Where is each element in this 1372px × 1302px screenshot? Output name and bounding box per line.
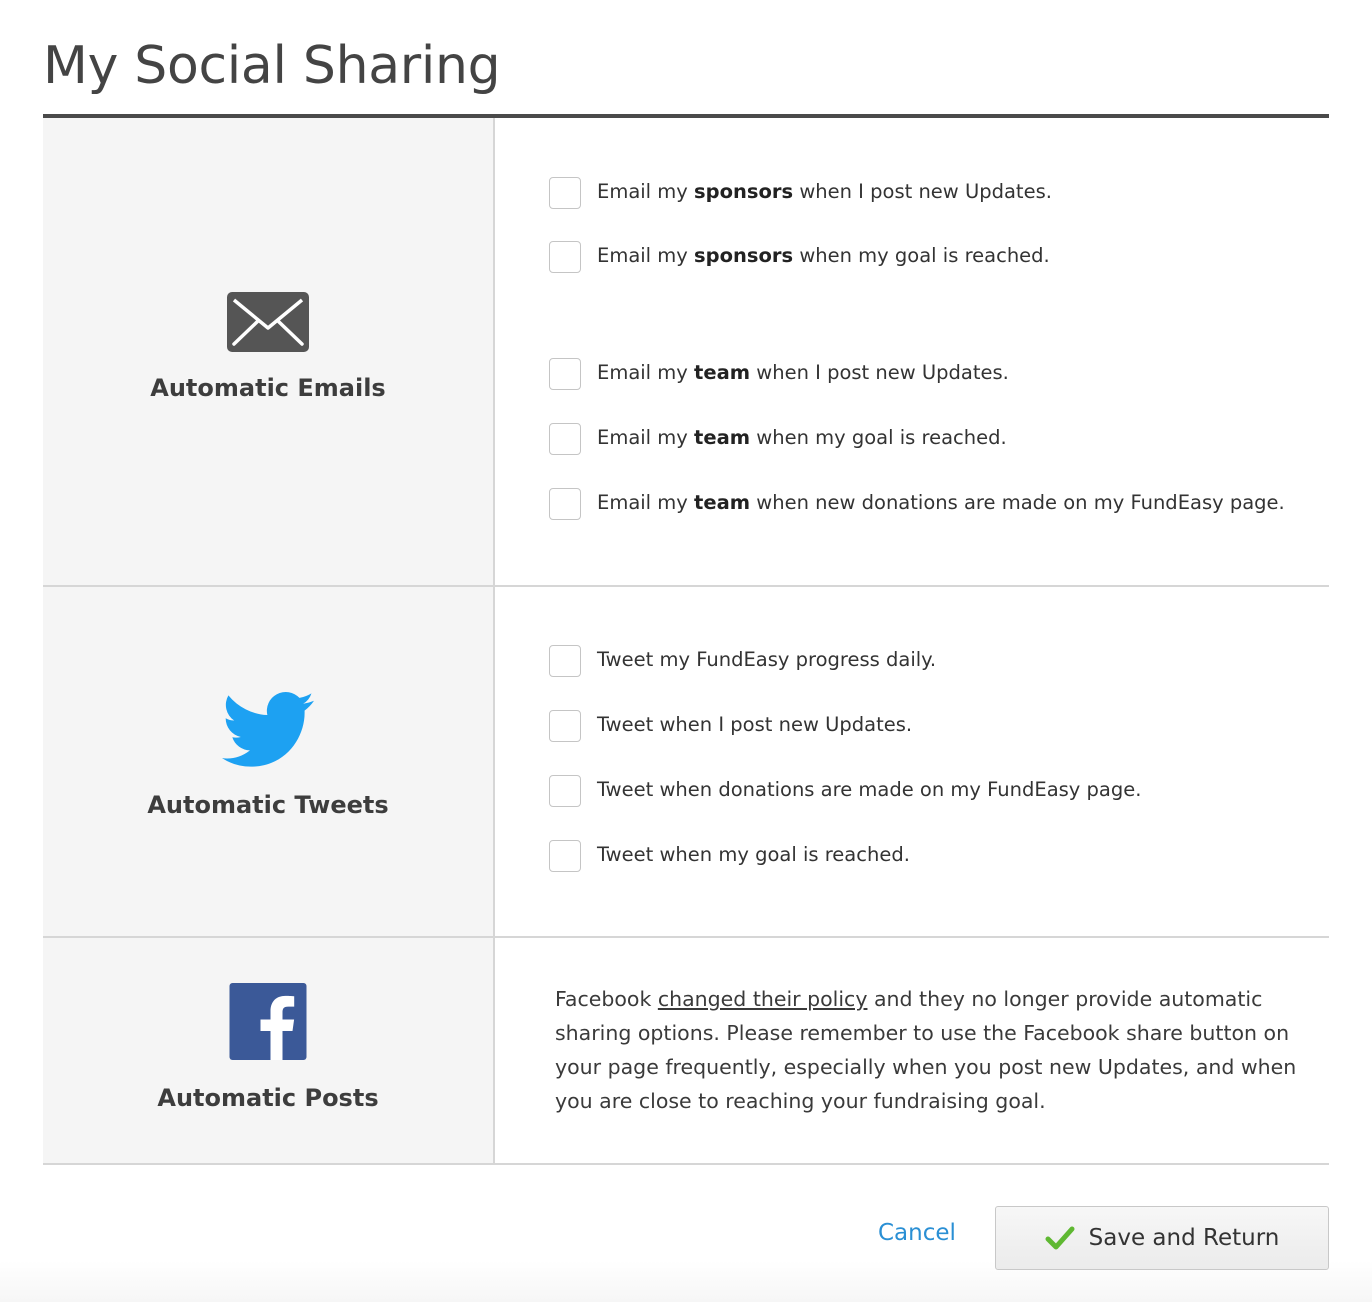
- automatic-posts-header: Automatic Posts: [43, 938, 495, 1163]
- option-label: Email my team when new donations are mad…: [597, 490, 1285, 514]
- automatic-emails-label: Automatic Emails: [150, 374, 386, 402]
- option-label: Email my sponsors when my goal is reache…: [597, 243, 1050, 267]
- email-team-updates-checkbox[interactable]: [549, 358, 581, 390]
- tweet-progress-daily-option[interactable]: Tweet my FundEasy progress daily.: [549, 645, 936, 677]
- automatic-tweets-header: Automatic Tweets: [43, 587, 495, 936]
- email-team-donations-checkbox[interactable]: [549, 488, 581, 520]
- option-label: Tweet when donations are made on my Fund…: [597, 777, 1142, 801]
- envelope-icon: [227, 292, 309, 357]
- automatic-posts-content: Facebook changed their policy and they n…: [495, 938, 1329, 1163]
- option-label: Tweet when I post new Updates.: [597, 712, 913, 736]
- tweet-progress-daily-checkbox[interactable]: [549, 645, 581, 677]
- twitter-bird-icon: [222, 691, 314, 774]
- automatic-tweets-options: Tweet my FundEasy progress daily. Tweet …: [495, 587, 1329, 936]
- tweet-donations-checkbox[interactable]: [549, 775, 581, 807]
- email-team-goal-checkbox[interactable]: [549, 423, 581, 455]
- save-and-return-label: Save and Return: [1088, 1225, 1280, 1251]
- option-label: Email my team when I post new Updates.: [597, 360, 1009, 384]
- option-label: Tweet when my goal is reached.: [597, 842, 910, 866]
- tweet-goal-option[interactable]: Tweet when my goal is reached.: [549, 840, 910, 872]
- save-and-return-button[interactable]: Save and Return: [995, 1206, 1329, 1270]
- changed-their-policy-link[interactable]: changed their policy: [658, 987, 868, 1011]
- email-team-donations-option[interactable]: Email my team when new donations are mad…: [549, 488, 1285, 520]
- option-label: Email my team when my goal is reached.: [597, 425, 1007, 449]
- automatic-emails-section: Automatic Emails Email my sponsors when …: [43, 118, 1329, 587]
- option-label: Tweet my FundEasy progress daily.: [597, 647, 937, 671]
- email-sponsors-updates-checkbox[interactable]: [549, 177, 581, 209]
- checkmark-icon: [1045, 1225, 1075, 1251]
- email-team-goal-option[interactable]: Email my team when my goal is reached.: [549, 423, 1007, 455]
- tweet-updates-option[interactable]: Tweet when I post new Updates.: [549, 710, 912, 742]
- tweet-updates-checkbox[interactable]: [549, 710, 581, 742]
- automatic-emails-header: Automatic Emails: [43, 118, 495, 585]
- email-team-updates-option[interactable]: Email my team when I post new Updates.: [549, 358, 1009, 390]
- automatic-tweets-section: Automatic Tweets Tweet my FundEasy progr…: [43, 587, 1329, 938]
- email-sponsors-goal-option[interactable]: Email my sponsors when my goal is reache…: [549, 241, 1050, 273]
- tweet-donations-option[interactable]: Tweet when donations are made on my Fund…: [549, 775, 1141, 807]
- automatic-posts-section: Automatic Posts Facebook changed their p…: [43, 938, 1329, 1165]
- page-title: My Social Sharing: [43, 36, 501, 96]
- email-sponsors-goal-checkbox[interactable]: [549, 241, 581, 273]
- automatic-posts-label: Automatic Posts: [157, 1084, 379, 1112]
- tweet-goal-checkbox[interactable]: [549, 840, 581, 872]
- option-label: Email my sponsors when I post new Update…: [597, 179, 1052, 203]
- automatic-emails-options: Email my sponsors when I post new Update…: [495, 118, 1329, 585]
- facebook-policy-notice: Facebook changed their policy and they n…: [555, 987, 1297, 1113]
- facebook-icon: [229, 983, 307, 1065]
- automatic-tweets-label: Automatic Tweets: [147, 791, 389, 819]
- cancel-link[interactable]: Cancel: [878, 1220, 956, 1246]
- email-sponsors-updates-option[interactable]: Email my sponsors when I post new Update…: [549, 177, 1052, 209]
